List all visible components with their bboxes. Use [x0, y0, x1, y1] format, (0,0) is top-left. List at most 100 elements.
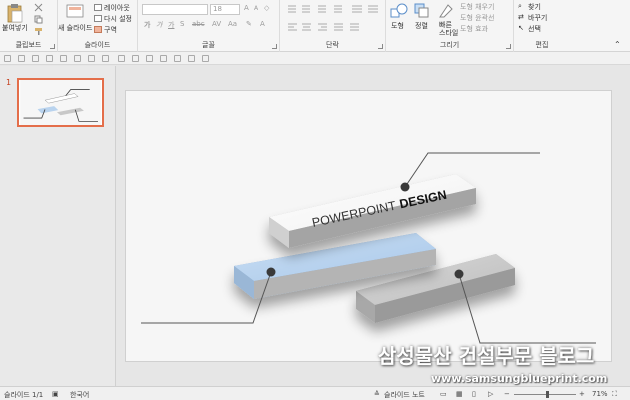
clear-format-icon[interactable]: ◇	[264, 4, 269, 12]
watermark-url: www.samsungblueprint.com	[431, 372, 608, 385]
quick-styles-button[interactable]: 빠른 스타일	[439, 21, 459, 37]
powerpoint-window: 붙여넣기 클립보드 새 슬라이드 레이아웃 다시 설정 구역 슬라이드 18 A…	[0, 0, 630, 400]
zoom-level[interactable]: 71%	[592, 390, 608, 398]
spellcheck-icon[interactable]: ▣	[52, 390, 59, 398]
qat-tool-icon[interactable]	[202, 55, 209, 62]
shape-fill-button[interactable]: 도형 채우기	[460, 2, 494, 12]
format-painter-icon[interactable]	[34, 27, 43, 36]
cut-icon[interactable]	[34, 3, 43, 12]
font-name-input[interactable]	[142, 4, 208, 15]
zoom-out-icon[interactable]: −	[504, 390, 510, 398]
replace-button[interactable]: 바꾸기	[528, 13, 547, 23]
paste-button[interactable]: 붙여넣기	[2, 23, 28, 33]
qat-tool-icon[interactable]	[102, 55, 109, 62]
drawing-group-label: 그리기	[439, 41, 460, 49]
qat-tool-icon[interactable]	[132, 55, 139, 62]
layout-icon	[94, 4, 102, 11]
fit-to-window-icon[interactable]: ⛶	[612, 390, 617, 399]
zoom-slider[interactable]	[514, 394, 576, 395]
slide-sorter-icon[interactable]: ▦	[456, 390, 463, 398]
editing-group-label: 편집	[535, 41, 549, 49]
select-icon: ↖	[518, 24, 524, 32]
slides-group: 새 슬라이드 레이아웃 다시 설정 구역 슬라이드	[58, 0, 138, 52]
new-slide-icon[interactable]	[66, 3, 86, 21]
paragraph-launcher-icon[interactable]	[378, 44, 383, 49]
font-launcher-icon[interactable]	[272, 44, 277, 49]
font-group: 18 A A ◇ 가 가 가 S abc AV Aa ✎ A 글꼴	[138, 0, 280, 52]
section-button[interactable]: 구역	[104, 25, 117, 35]
status-bar: 슬라이드 1/1 ▣ 한국어 ≙ 슬라이드 노트 ▭ ▦ ▯ ▷ − + 71%…	[0, 386, 630, 400]
qat-tool-icon[interactable]	[160, 55, 167, 62]
slides-group-label: 슬라이드	[84, 41, 111, 49]
thumbnail-number: 1	[6, 78, 12, 87]
new-slide-button[interactable]: 새 슬라이드	[58, 23, 92, 33]
paragraph-tools-icon[interactable]	[286, 4, 382, 34]
qat-tool-icon[interactable]	[188, 55, 195, 62]
qat-tool-icon[interactable]	[32, 55, 39, 62]
paragraph-group: 단락	[280, 0, 386, 52]
font-color-icon[interactable]: A	[260, 20, 265, 28]
quick-access-toolbar	[0, 52, 630, 65]
arrange-button[interactable]: 정렬	[415, 21, 428, 31]
clipboard-group-label: 클립보드	[15, 41, 42, 49]
qat-tool-icon[interactable]	[174, 55, 181, 62]
qat-tool-icon[interactable]	[74, 55, 81, 62]
section-icon	[94, 26, 102, 33]
change-case-icon[interactable]: Aa	[228, 20, 237, 28]
slide-canvas[interactable]: POWERPOINTDESIGN	[125, 90, 612, 362]
layout-button[interactable]: 레이아웃	[104, 3, 130, 13]
shape-outline-button[interactable]: 도형 윤곽선	[460, 13, 494, 23]
copy-icon[interactable]	[34, 15, 43, 24]
qat-tool-icon[interactable]	[60, 55, 67, 62]
slide-thumbnail[interactable]	[17, 78, 104, 127]
highlight-icon[interactable]: ✎	[246, 20, 252, 28]
arrange-icon[interactable]	[414, 3, 430, 19]
slide-thumbnail-pane: 1	[0, 66, 116, 386]
underline-icon[interactable]: 가	[168, 20, 174, 30]
select-button[interactable]: 선택	[528, 24, 541, 34]
drawing-launcher-icon[interactable]	[506, 44, 511, 49]
reset-icon	[94, 15, 102, 22]
shape-button[interactable]: 도형	[391, 21, 404, 31]
shape-icon[interactable]	[390, 3, 408, 19]
notes-icon: ≙	[374, 390, 380, 398]
zoom-slider-thumb[interactable]	[546, 391, 549, 398]
font-size-input[interactable]: 18	[210, 4, 240, 15]
callout-dot-left	[266, 267, 276, 277]
editing-group: ⌕ 찾기 ⇄ 바꾸기 ↖ 선택 편집	[514, 0, 570, 52]
shrink-font-icon[interactable]: A	[254, 5, 258, 12]
qat-tool-icon[interactable]	[88, 55, 95, 62]
clipboard-group: 붙여넣기 클립보드	[0, 0, 58, 52]
slide-counter: 슬라이드 1/1	[4, 391, 44, 399]
find-button[interactable]: 찾기	[528, 2, 541, 12]
qat-tool-icon[interactable]	[4, 55, 11, 62]
paragraph-group-label: 단락	[326, 41, 339, 49]
qat-tool-icon[interactable]	[46, 55, 53, 62]
paste-icon[interactable]	[6, 3, 24, 23]
spacing-icon[interactable]: AV	[212, 20, 221, 28]
reading-view-icon[interactable]: ▯	[472, 390, 476, 398]
callout-dot-top	[400, 182, 410, 192]
qat-tool-icon[interactable]	[18, 55, 25, 62]
grow-font-icon[interactable]: A	[244, 4, 249, 12]
thumbnail-preview	[20, 80, 101, 125]
reset-button[interactable]: 다시 설정	[104, 14, 132, 24]
italic-icon[interactable]: 가	[156, 20, 162, 30]
strikethrough-icon[interactable]: abc	[192, 20, 205, 28]
normal-view-icon[interactable]: ▭	[440, 390, 447, 398]
notes-button[interactable]: 슬라이드 노트	[384, 390, 425, 400]
shape-effects-button[interactable]: 도형 효과	[460, 24, 488, 34]
zoom-in-icon[interactable]: +	[579, 390, 585, 398]
slideshow-icon[interactable]: ▷	[488, 390, 493, 398]
slide-editing-area: POWERPOINTDESIGN	[117, 66, 630, 386]
bold-icon[interactable]: 가	[144, 20, 150, 30]
drawing-group: 도형 정렬 빠른 스타일 도형 채우기 도형 윤곽선 도형 효과 그리기	[386, 0, 514, 52]
qat-tool-icon[interactable]	[146, 55, 153, 62]
quick-styles-icon[interactable]	[438, 3, 454, 19]
qat-tool-icon[interactable]	[118, 55, 125, 62]
collapse-ribbon-icon[interactable]: ⌃	[614, 40, 621, 49]
callout-dot-right	[454, 269, 464, 279]
language-indicator[interactable]: 한국어	[70, 390, 89, 400]
clipboard-launcher-icon[interactable]	[50, 44, 55, 49]
shadow-icon[interactable]: S	[180, 20, 184, 28]
